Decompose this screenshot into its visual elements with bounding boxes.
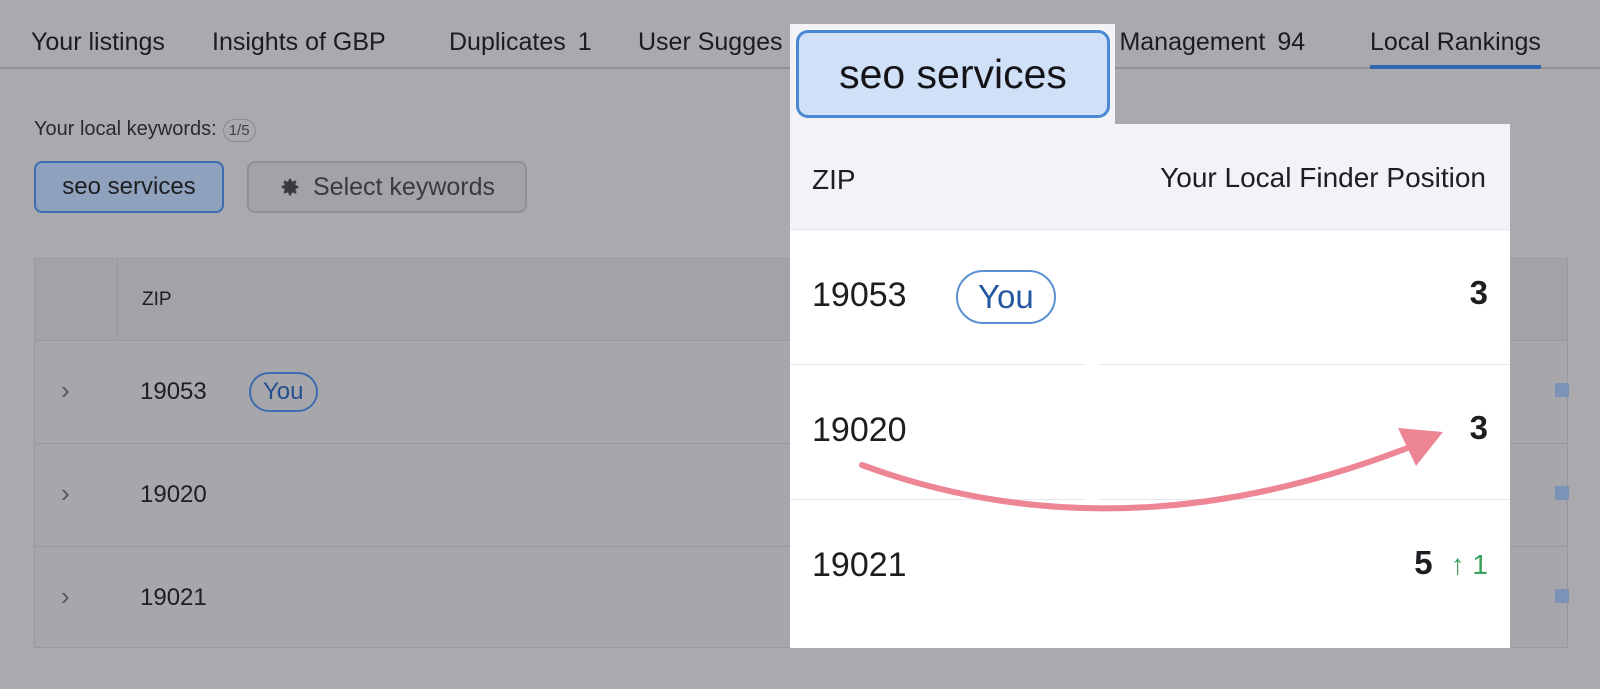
chip-label: seo services (839, 50, 1067, 97)
tab-your-listings[interactable]: Your listings (31, 28, 165, 57)
select-keywords-button[interactable]: Select keywords (247, 161, 527, 213)
tab-label: Duplicates (449, 28, 566, 56)
zip-cell: 19020 (812, 411, 907, 449)
bar-indicator (1555, 589, 1569, 603)
callout-row: 19020 3 (790, 365, 1510, 500)
zip-cell: 19053 (140, 378, 207, 405)
tab-label: Insights of GBP (212, 28, 386, 56)
chevron-right-icon[interactable]: › (61, 375, 70, 406)
tab-label: v Management (1100, 28, 1266, 56)
column-header-zip: ZIP (142, 289, 172, 310)
keyword-chip-seo-services[interactable]: seo services (34, 161, 224, 213)
tab-label: Local Rankings (1370, 28, 1541, 56)
bar-indicator (1555, 486, 1569, 500)
tab-user-suggestions[interactable]: User Sugges (638, 28, 783, 57)
you-badge: You (249, 372, 318, 412)
zip-cell: 19020 (140, 481, 207, 508)
position-change-up: ↑ 1 (1450, 549, 1488, 580)
position-cell: 5 ↑ 1 (1414, 544, 1488, 582)
position-cell: 3 (1469, 409, 1488, 446)
tab-local-rankings[interactable]: Local Rankings (1370, 28, 1541, 69)
button-label: Select keywords (312, 172, 496, 201)
you-badge: You (956, 270, 1056, 324)
column-divider (117, 259, 118, 341)
local-keywords-label: Your local keywords: 1/5 (34, 118, 256, 142)
callout-keyword-chip: seo services (796, 30, 1110, 118)
gear-icon (281, 178, 299, 196)
column-header-zip: ZIP (812, 164, 856, 195)
zip-cell: 19053 (812, 276, 907, 314)
zip-cell: 19021 (140, 584, 207, 611)
callout-header: ZIP Your Local Finder Position (790, 124, 1510, 230)
tab-duplicates[interactable]: Duplicates 1 (449, 28, 592, 57)
tab-count: 1 (577, 28, 592, 56)
position-value: 5 (1414, 544, 1433, 581)
column-gap (1085, 230, 1100, 648)
tab-review-management[interactable]: v Management 94 (1100, 28, 1305, 57)
keyword-count-badge: 1/5 (222, 119, 256, 142)
zip-cell: 19021 (812, 546, 907, 584)
label-text: Your local keywords: (34, 118, 217, 140)
callout-table: ZIP Your Local Finder Position 19053 You 3 … (790, 124, 1510, 648)
tab-label: Your listings (31, 28, 165, 56)
chip-label: seo services (62, 173, 196, 200)
callout-row: 19021 5 ↑ 1 (790, 500, 1510, 648)
position-cell: 3 (1469, 274, 1488, 311)
column-header-local-finder-position: Your Local Finder Position (1160, 162, 1486, 193)
chevron-right-icon[interactable]: › (61, 478, 70, 509)
bar-indicator (1555, 383, 1569, 397)
callout-row: 19053 You 3 (790, 230, 1510, 365)
tab-count: 94 (1277, 28, 1306, 56)
tab-label: User Sugges (638, 28, 783, 56)
chevron-right-icon[interactable]: › (61, 581, 70, 612)
tab-insights-of-gbp[interactable]: Insights of GBP (212, 28, 386, 57)
